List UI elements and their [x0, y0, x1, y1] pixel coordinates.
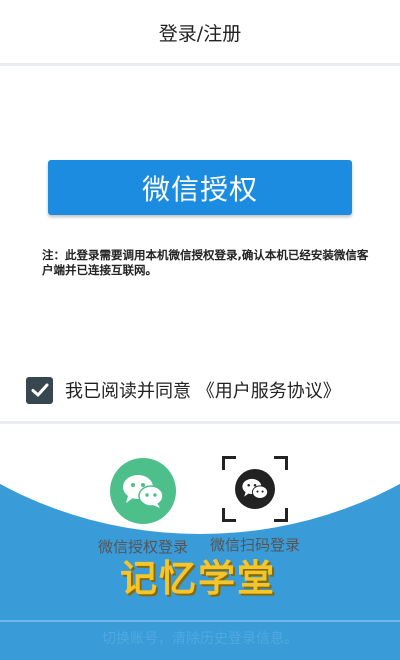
watermark-text: 记忆学堂 [120, 557, 276, 600]
header-bar: 登录/注册 [0, 0, 400, 64]
login-note: 注：此登录需要调用本机微信授权登录,确认本机已经安装微信客户端并已连接互联网。 [42, 248, 369, 277]
white-arc [0, 424, 400, 534]
wechat-scan-login-option[interactable]: 微信扫码登录 [210, 456, 300, 554]
scan-corner [274, 508, 288, 522]
bottom-panel [0, 424, 400, 660]
agreement-row[interactable]: 我已阅读并同意 《用户服务协议》 [26, 376, 341, 404]
wechat-scan-badge [235, 469, 275, 509]
wechat-scan-icon[interactable] [222, 456, 288, 522]
switch-account-link[interactable]: 切换账号，清除历史登录信息。 [0, 628, 400, 648]
wechat-icon[interactable] [110, 458, 176, 524]
watermark-logo: 记忆学堂 [120, 548, 290, 604]
agreement-text[interactable]: 我已阅读并同意 《用户服务协议》 [65, 377, 341, 403]
footer-stripe [0, 620, 400, 622]
wechat-login-option[interactable]: 微信授权登录 [98, 458, 188, 556]
header-divider [0, 63, 400, 66]
checkmark-icon [31, 383, 48, 397]
scan-corner [274, 456, 288, 470]
agreement-checkbox[interactable] [26, 376, 53, 404]
wechat-auth-button[interactable]: 微信授权 [48, 160, 352, 215]
scan-corner [222, 456, 236, 470]
page-title: 登录/注册 [158, 22, 242, 45]
scan-corner [222, 508, 236, 522]
